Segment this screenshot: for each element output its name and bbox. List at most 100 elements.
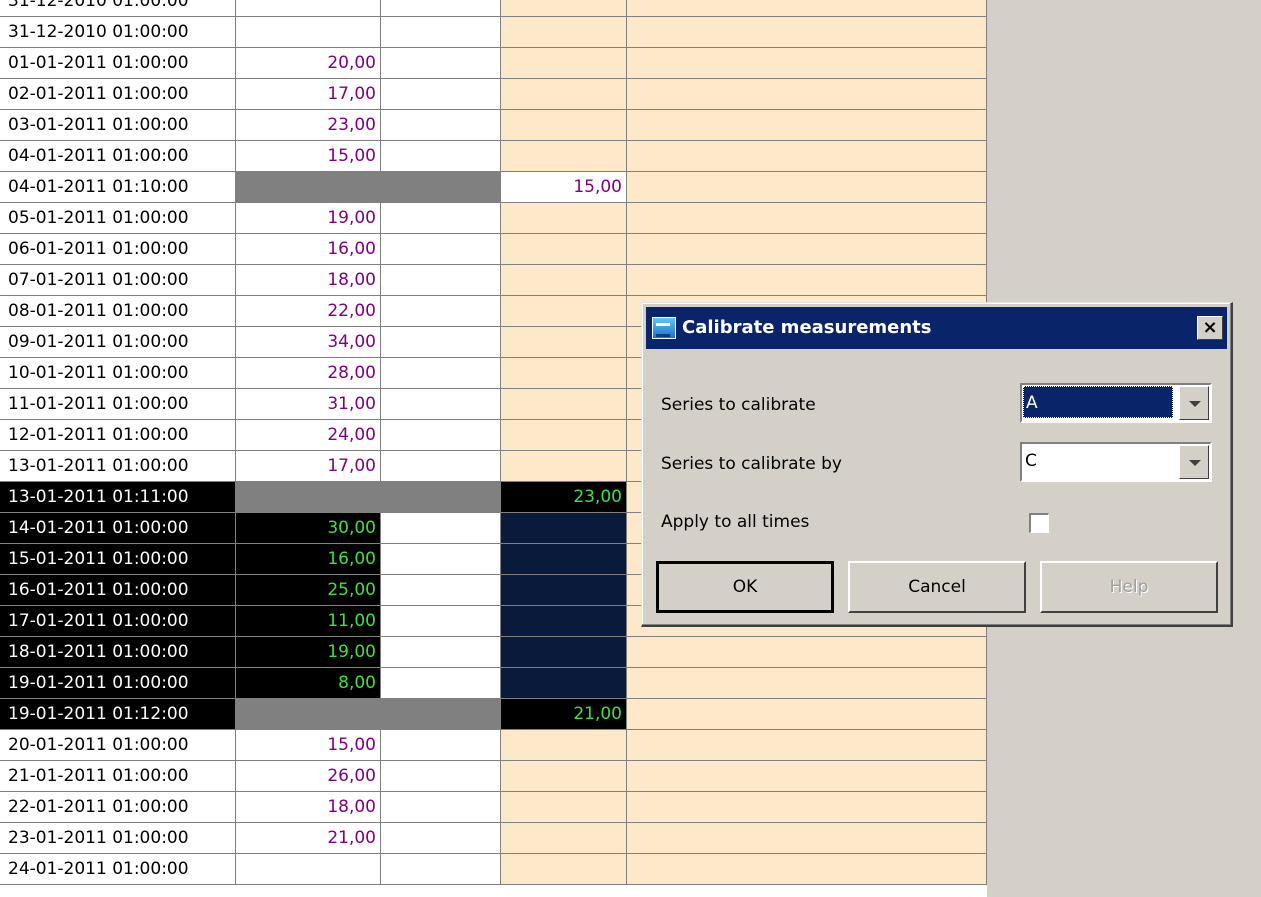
series-b-cell[interactable] (381, 0, 501, 17)
series-b-cell[interactable] (381, 606, 501, 637)
series-a-cell[interactable] (236, 0, 381, 17)
series-a-cell[interactable]: 22,00 (236, 296, 381, 327)
series-c-cell[interactable]: 15,00 (501, 172, 627, 203)
date-cell[interactable]: 13-01-2011 01:00:00 (0, 451, 236, 482)
series-d-cell[interactable] (627, 17, 987, 48)
series-c-cell[interactable] (501, 48, 627, 79)
series-a-cell[interactable]: 34,00 (236, 327, 381, 358)
series-b-cell[interactable] (381, 451, 501, 482)
series-to-calibrate-by-select[interactable]: C (1020, 442, 1212, 482)
series-c-cell[interactable] (501, 389, 627, 420)
series-a-cell[interactable]: 21,00 (236, 823, 381, 854)
series-b-cell[interactable] (381, 420, 501, 451)
series-a-cell[interactable]: 11,00 (236, 606, 381, 637)
series-b-cell[interactable] (381, 513, 501, 544)
series-a-cell[interactable]: 17,00 (236, 451, 381, 482)
series-b-cell[interactable] (381, 792, 501, 823)
series-d-cell[interactable] (627, 265, 987, 296)
date-cell[interactable]: 31-12-2010 01:00:00 (0, 17, 236, 48)
series-b-cell[interactable] (381, 203, 501, 234)
date-cell[interactable]: 10-01-2011 01:00:00 (0, 358, 236, 389)
date-cell[interactable]: 04-01-2011 01:00:00 (0, 141, 236, 172)
series-c-cell[interactable] (501, 792, 627, 823)
series-c-cell[interactable] (501, 606, 627, 637)
series-a-cell[interactable]: 31,00 (236, 389, 381, 420)
series-a-cell[interactable]: 18,00 (236, 265, 381, 296)
series-c-cell[interactable] (501, 854, 627, 885)
series-d-cell[interactable] (627, 854, 987, 885)
date-cell[interactable]: 19-01-2011 01:00:00 (0, 668, 236, 699)
series-b-cell[interactable] (381, 110, 501, 141)
series-c-cell[interactable] (501, 823, 627, 854)
series-c-cell[interactable] (501, 79, 627, 110)
series-to-calibrate-select[interactable]: A (1020, 383, 1212, 423)
series-c-cell[interactable] (501, 668, 627, 699)
close-button[interactable]: × (1197, 316, 1223, 340)
series-d-cell[interactable] (627, 761, 987, 792)
series-c-cell[interactable] (501, 110, 627, 141)
series-a-cell[interactable]: 16,00 (236, 234, 381, 265)
series-b-cell[interactable] (381, 389, 501, 420)
series-a-cell[interactable] (236, 17, 381, 48)
series-b-cell[interactable] (381, 48, 501, 79)
series-a-cell[interactable]: 15,00 (236, 141, 381, 172)
series-b-cell[interactable] (381, 172, 501, 203)
date-cell[interactable]: 11-01-2011 01:00:00 (0, 389, 236, 420)
series-d-cell[interactable] (627, 110, 987, 141)
series-c-cell[interactable] (501, 0, 627, 17)
series-c-cell[interactable] (501, 513, 627, 544)
series-a-cell[interactable]: 26,00 (236, 761, 381, 792)
date-cell[interactable]: 12-01-2011 01:00:00 (0, 420, 236, 451)
series-a-cell[interactable]: 30,00 (236, 513, 381, 544)
series-b-cell[interactable] (381, 358, 501, 389)
series-a-cell[interactable] (236, 482, 381, 513)
series-a-cell[interactable]: 24,00 (236, 420, 381, 451)
series-b-cell[interactable] (381, 699, 501, 730)
series-b-cell[interactable] (381, 141, 501, 172)
series-a-cell[interactable]: 19,00 (236, 203, 381, 234)
series-a-cell[interactable]: 19,00 (236, 637, 381, 668)
series-a-cell[interactable]: 20,00 (236, 48, 381, 79)
series-c-cell[interactable] (501, 17, 627, 48)
apply-to-all-times-checkbox[interactable] (1029, 513, 1049, 533)
series-a-cell[interactable]: 18,00 (236, 792, 381, 823)
date-cell[interactable]: 20-01-2011 01:00:00 (0, 730, 236, 761)
date-cell[interactable]: 16-01-2011 01:00:00 (0, 575, 236, 606)
series-d-cell[interactable] (627, 823, 987, 854)
ok-button[interactable]: OK (656, 561, 834, 613)
date-cell[interactable]: 21-01-2011 01:00:00 (0, 761, 236, 792)
series-b-cell[interactable] (381, 668, 501, 699)
series-a-cell[interactable] (236, 699, 381, 730)
date-cell[interactable]: 19-01-2011 01:12:00 (0, 699, 236, 730)
series-c-cell[interactable] (501, 544, 627, 575)
series-b-cell[interactable] (381, 854, 501, 885)
series-c-cell[interactable] (501, 420, 627, 451)
series-b-cell[interactable] (381, 482, 501, 513)
series-b-cell[interactable] (381, 79, 501, 110)
series-d-cell[interactable] (627, 699, 987, 730)
date-cell[interactable]: 04-01-2011 01:10:00 (0, 172, 236, 203)
date-cell[interactable]: 07-01-2011 01:00:00 (0, 265, 236, 296)
series-d-cell[interactable] (627, 730, 987, 761)
series-b-cell[interactable] (381, 296, 501, 327)
series-a-cell[interactable]: 8,00 (236, 668, 381, 699)
date-cell[interactable]: 06-01-2011 01:00:00 (0, 234, 236, 265)
series-b-cell[interactable] (381, 17, 501, 48)
series-c-cell[interactable] (501, 761, 627, 792)
series-d-cell[interactable] (627, 172, 987, 203)
series-c-cell[interactable] (501, 141, 627, 172)
series-b-cell[interactable] (381, 327, 501, 358)
series-a-cell[interactable]: 25,00 (236, 575, 381, 606)
help-button[interactable]: Help (1040, 561, 1218, 613)
series-a-cell[interactable]: 23,00 (236, 110, 381, 141)
series-a-cell[interactable]: 16,00 (236, 544, 381, 575)
series-c-cell[interactable] (501, 296, 627, 327)
series-c-cell[interactable] (501, 451, 627, 482)
series-d-cell[interactable] (627, 79, 987, 110)
date-cell[interactable]: 24-01-2011 01:00:00 (0, 854, 236, 885)
series-b-cell[interactable] (381, 265, 501, 296)
date-cell[interactable]: 14-01-2011 01:00:00 (0, 513, 236, 544)
series-c-cell[interactable] (501, 327, 627, 358)
series-b-cell[interactable] (381, 761, 501, 792)
series-c-cell[interactable] (501, 730, 627, 761)
